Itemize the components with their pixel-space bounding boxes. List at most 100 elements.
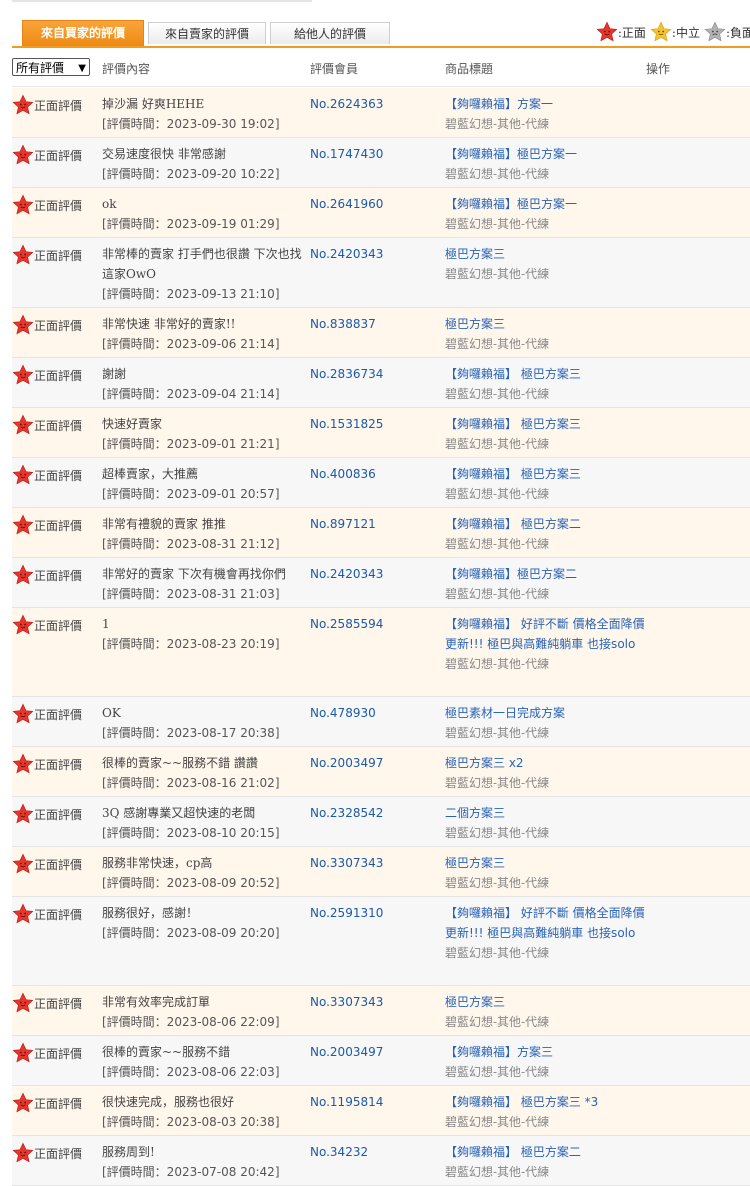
member-link[interactable]: No.2328542 (310, 803, 383, 823)
rating-label: 正面評價 (34, 907, 83, 922)
rating-cell: 正面評價 (12, 1142, 82, 1164)
review-row: 正面評價 OK [評價時間：2023-08-17 20:38] No.478930 極巴… (12, 697, 750, 747)
member-link[interactable]: No.2641960 (310, 194, 383, 214)
product-title-link[interactable]: 【夠囉賴福】極巴方案二 (445, 564, 655, 584)
member-link[interactable]: No.2585594 (310, 614, 383, 634)
member-link[interactable]: No.2420343 (310, 244, 383, 264)
rating-cell: 正面評價 (12, 464, 82, 486)
member-link[interactable]: No.2003497 (310, 753, 383, 773)
review-time: [評價時間：2023-08-16 21:02] (102, 776, 280, 790)
review-text: 1 (102, 617, 110, 631)
rating-cell: 正面評價 (12, 753, 82, 775)
legend-negative-label: :負面 (725, 25, 750, 40)
tab-given-reviews[interactable]: 給他人的評價 (270, 22, 390, 44)
product-cell: 二個方案三碧藍幻想-其他-代練 (445, 803, 655, 843)
product-category: 碧藍幻想-其他-代練 (445, 876, 550, 890)
review-text: 非常好的賣家 下次有機會再找你們 (102, 567, 286, 581)
product-cell: 極巴方案三 碧藍幻想-其他-代練 (445, 314, 655, 354)
col-header-member: 評價會員 (310, 62, 359, 76)
review-list: 正面評價 掉沙漏 好爽HEHE [評價時間：2023-09-30 19:02] No.… (12, 88, 750, 1186)
review-time: [評價時間：2023-08-03 20:38] (102, 1115, 280, 1129)
review-time: [評價時間：2023-09-06 21:14] (102, 337, 280, 351)
member-link[interactable]: No.2591310 (310, 903, 383, 923)
review-row: 正面評價 很棒的賣家~~服務不錯 [評價時間：2023-08-06 22:03] No… (12, 1036, 750, 1086)
rating-cell: 正面評價 (12, 364, 82, 386)
product-title-link[interactable]: 【夠囉賴福】 好評不斷 價格全面降價更新!!! 極巴與高難純躺車 也接solo (445, 614, 655, 654)
product-category: 碧藍幻想-其他-代練 (445, 826, 550, 840)
product-title-link[interactable]: 【夠囉賴福】方案一 (445, 94, 655, 114)
product-title-link[interactable]: 【夠囉賴福】 極巴方案二 (445, 514, 655, 534)
member-link[interactable]: No.400836 (310, 464, 376, 484)
product-title-link[interactable]: 【夠囉賴福】極巴方案一 (445, 144, 655, 164)
positive-star-icon (12, 803, 34, 824)
member-link[interactable]: No.478930 (310, 703, 376, 723)
product-category: 碧藍幻想-其他-代練 (445, 1065, 550, 1079)
member-link[interactable]: No.1195814 (310, 1092, 383, 1112)
review-time: [評價時間：2023-08-23 20:19] (102, 637, 280, 651)
product-cell: 極巴方案三 x2 碧藍幻想-其他-代練 (445, 753, 655, 793)
tab-seller-reviews[interactable]: 來自賣家的評價 (148, 22, 266, 44)
review-row: 正面評價 很棒的賣家~~服務不錯 讚讚 [評價時間：2023-08-16 21:02… (12, 747, 750, 797)
product-title-link[interactable]: 【夠囉賴福】 好評不斷 價格全面降價更新!!! 極巴與高難純躺車 也接solo (445, 903, 655, 943)
member-link[interactable]: No.3307343 (310, 853, 383, 873)
member-link[interactable]: No.2624363 (310, 94, 383, 114)
product-title-link[interactable]: 極巴方案三 (445, 314, 655, 334)
rating-cell: 正面評價 (12, 992, 82, 1014)
review-text: 非常有禮貌的賣家 推推 (102, 517, 226, 531)
member-link[interactable]: No.2003497 (310, 1042, 383, 1062)
product-title-link[interactable]: 【夠囉賴福】方案三 (445, 1042, 655, 1062)
product-title-link[interactable]: 【夠囉賴福】 極巴方案三 (445, 364, 655, 384)
product-title-link[interactable]: 【夠囉賴福】 極巴方案三 (445, 414, 655, 434)
positive-star-icon (12, 564, 34, 585)
product-title-link[interactable]: 【夠囉賴福】 極巴方案二 (445, 1142, 655, 1162)
review-time: [評價時間：2023-08-06 22:09] (102, 1015, 280, 1029)
rating-legend: :正面 :中立 :負面 (592, 21, 750, 43)
product-category: 碧藍幻想-其他-代練 (445, 657, 550, 671)
review-row: 正面評價 謝謝 [評價時間：2023-09-04 21:14] No.2836734 【… (12, 358, 750, 408)
product-title-link[interactable]: 【夠囉賴福】 極巴方案三 (445, 464, 655, 484)
rating-label: 正面評價 (34, 198, 83, 213)
positive-star-icon (12, 853, 34, 874)
member-link[interactable]: No.2420343 (310, 564, 383, 584)
product-title-link[interactable]: 極巴方案三 (445, 853, 655, 873)
review-text: OK (102, 706, 121, 720)
product-title-link[interactable]: 【夠囉賴福】極巴方案一 (445, 194, 655, 214)
member-link[interactable]: No.838837 (310, 314, 376, 334)
positive-star-icon (12, 464, 34, 485)
legend-neutral-label: :中立 (671, 25, 700, 40)
product-cell: 【夠囉賴福】 極巴方案二 碧藍幻想-其他-代練 (445, 1142, 655, 1182)
rating-cell: 正面評價 (12, 803, 82, 825)
positive-star-icon (12, 1042, 34, 1063)
product-title-link[interactable]: 極巴素材一日完成方案 (445, 703, 655, 723)
product-title-link[interactable]: 【夠囉賴福】 極巴方案三 *3 (445, 1092, 655, 1112)
tab-buyer-reviews[interactable]: 來自買家的評價 (22, 20, 144, 46)
product-title-link[interactable]: 二個方案三 (445, 803, 655, 823)
product-category: 碧藍幻想-其他-代練 (445, 776, 550, 790)
legend-neutral: :中立 (650, 21, 700, 43)
product-cell: 【夠囉賴福】 極巴方案三 碧藍幻想-其他-代練 (445, 414, 655, 454)
review-text: 服務很好，感謝！ (102, 906, 199, 920)
member-link[interactable]: No.2836734 (310, 364, 383, 384)
review-content: 很棒的賣家~~服務不錯 讚讚 [評價時間：2023-08-16 21:02] (102, 753, 307, 793)
product-category: 碧藍幻想-其他-代練 (445, 267, 550, 281)
rating-cell: 正面評價 (12, 314, 82, 336)
review-row: 正面評價 很快速完成，服務也很好 [評價時間：2023-08-03 20:38] No… (12, 1086, 750, 1136)
rating-filter-select[interactable]: 所有評價 ▼ (12, 58, 90, 76)
review-text: 3Q 感謝專業又超快速的老闆 (102, 806, 256, 820)
product-cell: 【夠囉賴福】方案三碧藍幻想-其他-代練 (445, 1042, 655, 1082)
member-link[interactable]: No.3307343 (310, 992, 383, 1012)
review-time: [評價時間：2023-09-01 21:21] (102, 437, 280, 451)
member-link[interactable]: No.34232 (310, 1142, 368, 1162)
member-link[interactable]: No.897121 (310, 514, 376, 534)
positive-star-icon (12, 514, 34, 535)
product-title-link[interactable]: 極巴方案三 (445, 992, 655, 1012)
rating-label: 正面評價 (34, 148, 83, 163)
member-link[interactable]: No.1531825 (310, 414, 383, 434)
rating-cell: 正面評價 (12, 1092, 82, 1114)
review-row: 正面評價 掉沙漏 好爽HEHE [評價時間：2023-09-30 19:02] No.… (12, 88, 750, 138)
product-title-link[interactable]: 極巴方案三 (445, 244, 655, 264)
product-title-link[interactable]: 極巴方案三 x2 (445, 753, 655, 773)
review-content: 1 [評價時間：2023-08-23 20:19] (102, 614, 307, 654)
review-content: 非常有禮貌的賣家 推推 [評價時間：2023-08-31 21:12] (102, 514, 307, 554)
member-link[interactable]: No.1747430 (310, 144, 383, 164)
